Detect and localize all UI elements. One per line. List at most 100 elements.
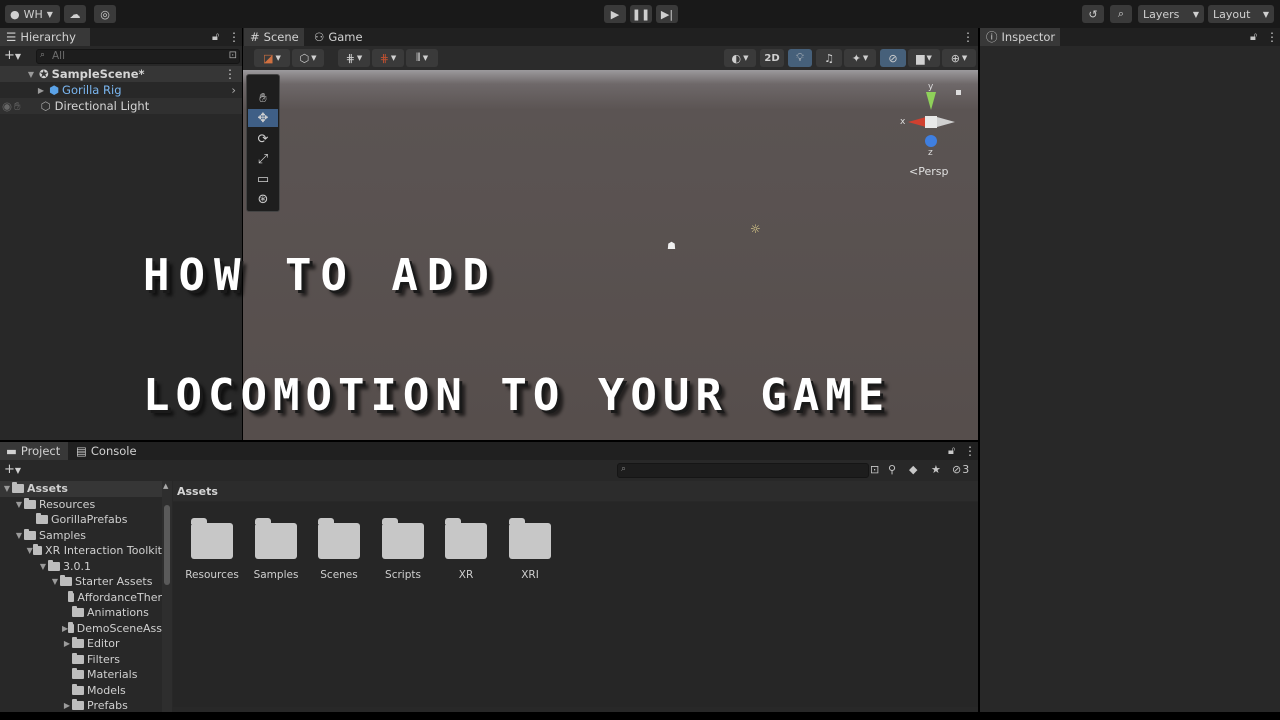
hidden-packages-toggle[interactable]: ⊘ 3 bbox=[952, 463, 969, 476]
rect-tool-icon[interactable]: ▭ bbox=[248, 170, 278, 188]
tab-hierarchy[interactable]: ☰ Hierarchy bbox=[0, 28, 90, 46]
z-axis-cone[interactable] bbox=[925, 135, 937, 147]
search-button[interactable]: ⌕ bbox=[1110, 5, 1132, 23]
chevron-right-icon[interactable]: › bbox=[231, 83, 236, 97]
folder-tree-item[interactable]: Models bbox=[0, 683, 162, 699]
asset-folder[interactable]: XR bbox=[436, 518, 496, 581]
pickable-hand-icon[interactable]: ✋︎ bbox=[14, 99, 21, 114]
project-menu-icon[interactable]: ⋮ bbox=[964, 444, 976, 458]
folder-tree-item[interactable]: Animations bbox=[0, 605, 162, 621]
search-by-type-icon[interactable]: ⊡ bbox=[870, 463, 879, 476]
folder-tree-item[interactable]: ▼ Resources bbox=[0, 497, 162, 513]
folder-tree-item[interactable]: AffordanceTher bbox=[0, 590, 162, 606]
x-axis-cone[interactable] bbox=[908, 117, 926, 127]
audio-toggle[interactable]: ♫ bbox=[816, 49, 842, 67]
scene-visibility-toggle[interactable]: ⊘ bbox=[880, 49, 906, 67]
asset-folder[interactable]: Scenes bbox=[309, 518, 369, 581]
create-asset-button[interactable]: +▼ bbox=[4, 462, 30, 478]
collab-icon[interactable]: ◎ bbox=[94, 5, 116, 23]
filter-type-icon[interactable]: ⚲ bbox=[888, 463, 896, 476]
transform-tool-icon[interactable]: ⊛ bbox=[248, 190, 278, 208]
scroll-up-icon[interactable]: ▲ bbox=[163, 482, 168, 490]
asset-folder[interactable]: XRI bbox=[500, 518, 560, 581]
lock-icon[interactable]: 🔓︎ bbox=[212, 30, 219, 44]
add-object-button[interactable]: +▼ bbox=[4, 48, 30, 64]
collapse-arrow-icon[interactable]: ▶ bbox=[62, 639, 72, 648]
gizmos-dropdown[interactable]: ⊕ ▼ bbox=[942, 49, 976, 67]
2d-toggle[interactable]: 2D bbox=[760, 49, 784, 67]
folder-tree-item[interactable]: ▶ Prefabs bbox=[0, 698, 162, 712]
expand-arrow-icon[interactable]: ▼ bbox=[26, 546, 33, 555]
asset-folder[interactable]: Resources bbox=[182, 518, 242, 581]
history-button[interactable]: ↺ bbox=[1082, 5, 1104, 23]
tab-inspector[interactable]: ⓘ Inspector bbox=[980, 28, 1060, 46]
layout-dropdown[interactable]: Layout ▼ bbox=[1208, 5, 1274, 23]
label-tag-icon[interactable]: ◆ bbox=[909, 463, 917, 476]
scene-menu-icon[interactable]: ⋮ bbox=[224, 67, 236, 81]
folder-tree-item[interactable]: ▶ DemoSceneAss bbox=[0, 621, 162, 637]
folder-tree-item[interactable]: ▼ Assets bbox=[0, 481, 162, 497]
pause-button[interactable]: ❚❚ bbox=[630, 5, 652, 23]
grid-snap-dropdown[interactable]: ⋕ ▼ bbox=[338, 49, 370, 67]
scrollbar-thumb[interactable] bbox=[164, 505, 170, 585]
tab-project[interactable]: ▬ Project bbox=[0, 442, 68, 460]
hierarchy-menu-icon[interactable]: ⋮ bbox=[228, 30, 240, 44]
scene-row[interactable]: ▼ ✪ SampleScene* ⋮ bbox=[0, 66, 242, 82]
y-axis-cone[interactable] bbox=[926, 92, 936, 110]
shading-mode-dropdown[interactable]: ◐ ▼ bbox=[724, 49, 756, 67]
folder-tree-item[interactable]: GorillaPrefabs bbox=[0, 512, 162, 528]
asset-folder[interactable]: Samples bbox=[246, 518, 306, 581]
hand-tool-icon[interactable]: ✋︎ bbox=[248, 89, 278, 107]
draw-mode-dropdown[interactable]: ◪ ▼ bbox=[254, 49, 290, 67]
project-search-input[interactable]: ⌕ bbox=[617, 463, 869, 478]
expand-arrow-icon[interactable]: ▼ bbox=[2, 484, 12, 493]
play-button[interactable]: ▶ bbox=[604, 5, 626, 23]
folder-tree-item[interactable]: ▼ XR Interaction Toolkit bbox=[0, 543, 162, 559]
folder-tree-item[interactable]: Filters bbox=[0, 652, 162, 668]
account-dropdown[interactable]: ● WH ▼ bbox=[5, 5, 60, 23]
scene-menu-icon[interactable]: ⋮ bbox=[962, 30, 974, 44]
expand-arrow-icon[interactable]: ▶ bbox=[36, 86, 46, 95]
hierarchy-item[interactable]: ▶ ⬢ Gorilla Rig › bbox=[0, 82, 242, 98]
tab-game[interactable]: ⚇ Game bbox=[308, 28, 368, 46]
favorite-star-icon[interactable]: ★ bbox=[931, 463, 941, 476]
expand-arrow-icon[interactable]: ▼ bbox=[38, 562, 48, 571]
expand-arrow-icon[interactable]: ▼ bbox=[14, 500, 24, 509]
camera-dropdown[interactable]: ▆ ▼ bbox=[908, 49, 940, 67]
step-button[interactable]: ▶| bbox=[656, 5, 678, 23]
folder-tree-item[interactable]: ▶ Editor bbox=[0, 636, 162, 652]
effects-dropdown[interactable]: ✦ ▼ bbox=[844, 49, 876, 67]
render-settings-dropdown[interactable]: ⦀ ▼ bbox=[406, 49, 438, 67]
tree-scrollbar[interactable]: ▲ bbox=[162, 481, 172, 712]
increment-snap-dropdown[interactable]: ⋕ ▼ bbox=[372, 49, 404, 67]
folder-tree-item[interactable]: ▼ 3.0.1 bbox=[0, 559, 162, 575]
rotate-tool-icon[interactable]: ⟳ bbox=[248, 130, 278, 148]
expand-arrow-icon[interactable]: ▼ bbox=[14, 531, 24, 540]
sun-light-icon[interactable]: ☼ bbox=[750, 222, 761, 236]
lock-icon[interactable]: 🔓︎ bbox=[1250, 30, 1257, 44]
search-options-icon[interactable]: ⊡ bbox=[229, 50, 237, 61]
layers-dropdown[interactable]: Layers ▼ bbox=[1138, 5, 1204, 23]
asset-folder[interactable]: Scripts bbox=[373, 518, 433, 581]
neg-x-axis-cone[interactable] bbox=[937, 117, 955, 127]
hierarchy-item[interactable]: ◉ ✋︎ ⬡ Directional Light bbox=[0, 98, 242, 114]
visibility-eye-icon[interactable]: ◉ bbox=[2, 99, 12, 113]
expand-arrow-icon[interactable]: ▼ bbox=[50, 577, 60, 586]
shading-dropdown[interactable]: ⬡ ▼ bbox=[292, 49, 324, 67]
scale-tool-icon[interactable]: ⤢ bbox=[248, 150, 278, 168]
tab-scene[interactable]: # Scene bbox=[244, 28, 304, 46]
folder-tree-item[interactable]: Materials bbox=[0, 667, 162, 683]
gizmo-center-cube[interactable] bbox=[925, 116, 937, 128]
folder-tree-item[interactable]: ▼ Samples bbox=[0, 528, 162, 544]
cloud-icon[interactable]: ☁ bbox=[64, 5, 86, 23]
camera-gizmo-icon[interactable]: ☗ bbox=[667, 241, 676, 252]
projection-label[interactable]: <Persp bbox=[909, 165, 948, 178]
orientation-gizmo[interactable]: y x z bbox=[898, 80, 962, 160]
lock-icon[interactable]: 🔓︎ bbox=[948, 444, 955, 458]
lighting-toggle[interactable]: 💡︎ bbox=[788, 49, 812, 67]
collapse-arrow-icon[interactable]: ▶ bbox=[62, 701, 72, 710]
move-tool-icon[interactable]: ✥ bbox=[248, 109, 278, 127]
tab-console[interactable]: ▤ Console bbox=[70, 442, 140, 460]
expand-arrow-icon[interactable]: ▼ bbox=[26, 70, 36, 79]
folder-tree-item[interactable]: ▼ Starter Assets bbox=[0, 574, 162, 590]
